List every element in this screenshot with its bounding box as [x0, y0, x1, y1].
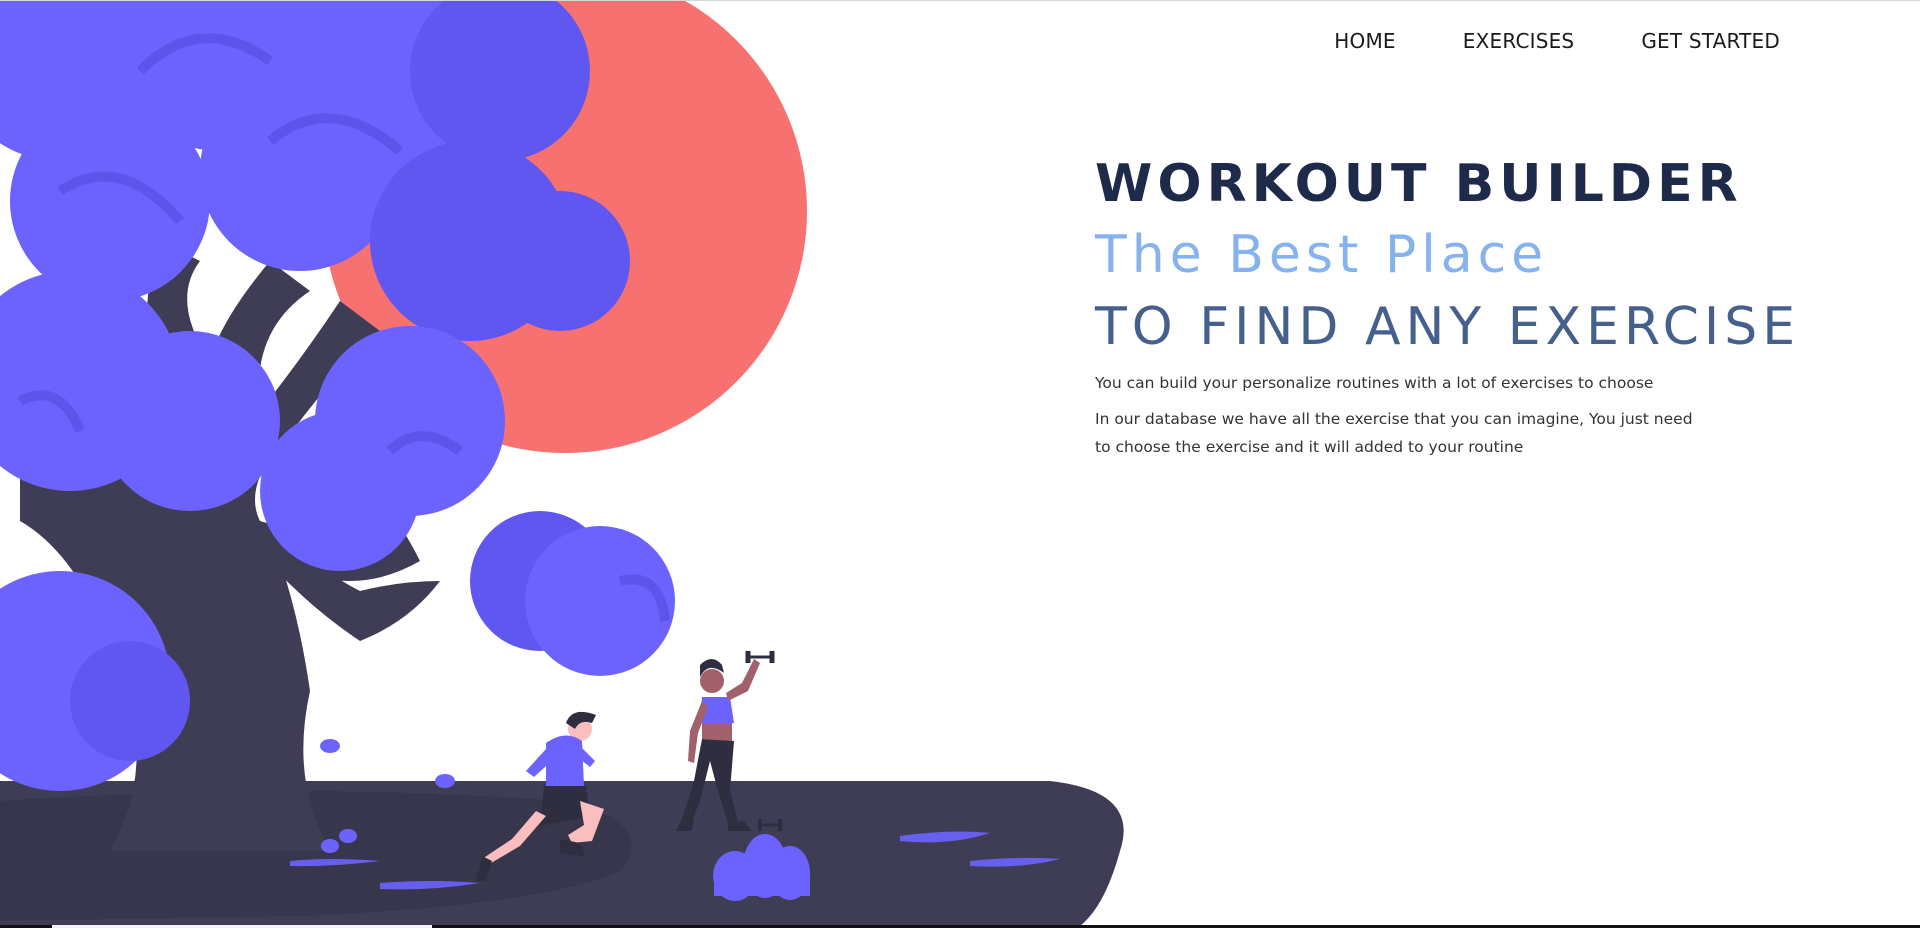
- hero-title: WORKOUT BUILDER: [1095, 154, 1743, 214]
- landing-page: HOME EXERCISES GET STARTED WORKOUT BUILD…: [0, 0, 1920, 928]
- hero-tagline-light: The Best Place: [1095, 225, 1549, 285]
- main-nav: HOME EXERCISES GET STARTED: [1334, 29, 1780, 53]
- nav-exercises-link[interactable]: EXERCISES: [1463, 29, 1575, 53]
- hero-text: WORKOUT BUILDER The Best Place TO FIND A…: [1095, 149, 1895, 461]
- hero-paragraph-1: You can build your personalize routines …: [1095, 374, 1654, 392]
- hero-paragraph-2: In our database we have all the exercise…: [1095, 410, 1693, 456]
- nav-get-started-link[interactable]: GET STARTED: [1641, 29, 1780, 53]
- hero-tagline-dark: TO FIND ANY EXERCISE: [1095, 297, 1801, 357]
- fitness-park-illustration: [0, 1, 1124, 926]
- nav-home-link[interactable]: HOME: [1334, 29, 1395, 53]
